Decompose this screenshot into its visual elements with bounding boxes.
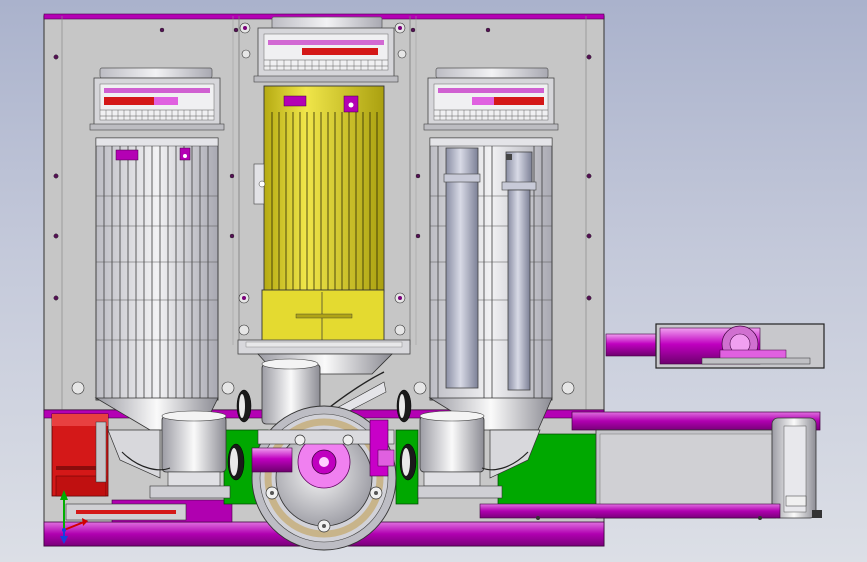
assembly-drawing <box>43 13 825 551</box>
discharge-pipe-housing[interactable] <box>605 323 825 369</box>
rotary-feeder[interactable] <box>251 405 397 551</box>
center-motor[interactable] <box>237 16 411 355</box>
right-motor[interactable] <box>423 67 559 401</box>
left-motor[interactable] <box>89 67 225 401</box>
cad-viewport[interactable] <box>0 0 867 562</box>
